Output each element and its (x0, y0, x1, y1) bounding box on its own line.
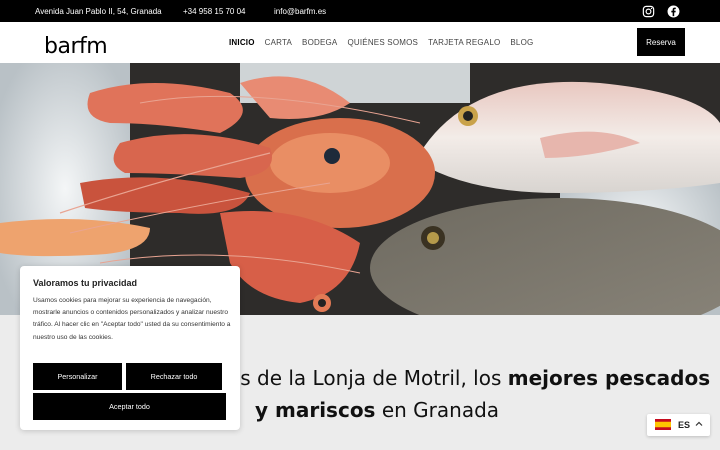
nav-tarjeta-regalo[interactable]: TARJETA REGALO (428, 38, 500, 47)
main-nav: INICIO CARTA BODEGA QUIÉNES SOMOS TARJET… (229, 38, 543, 47)
cookie-title: Valoramos tu privacidad (33, 278, 138, 288)
spain-flag-icon (655, 419, 671, 430)
cookie-banner: Valoramos tu privacidad Usamos cookies p… (20, 266, 240, 430)
nav-bodega[interactable]: BODEGA (302, 38, 337, 47)
cookie-body: Usamos cookies para mejorar su experienc… (33, 297, 231, 341)
tagline-line-1: os de la Lonja de Motril, los mejores pe… (228, 362, 710, 394)
tagline-bold-1: mejores pescados (507, 366, 711, 390)
barfm-logo[interactable]: barfm (44, 30, 118, 56)
tagline-text-2: en Granada (375, 398, 500, 422)
address-text: Avenida Juan Pablo II, 54, Granada (35, 7, 162, 16)
instagram-icon[interactable] (642, 5, 655, 18)
reject-all-button[interactable]: Rechazar todo (126, 363, 222, 390)
accept-all-button[interactable]: Aceptar todo (33, 393, 226, 420)
tagline-line-2: y mariscos en Granada (255, 394, 499, 426)
top-bar: Avenida Juan Pablo II, 54, Granada +34 9… (0, 0, 720, 22)
logo-text: barfm (44, 34, 107, 56)
phone-link[interactable]: +34 958 15 70 04 (183, 7, 246, 16)
language-selector[interactable]: ES (647, 414, 710, 436)
language-code: ES (678, 420, 691, 430)
nav-inicio[interactable]: INICIO (229, 38, 255, 47)
nav-quienes-somos[interactable]: QUIÉNES SOMOS (347, 38, 418, 47)
site-header: barfm INICIO CARTA BODEGA QUIÉNES SOMOS … (0, 22, 720, 63)
reserve-button[interactable]: Reserva (637, 28, 685, 56)
facebook-icon[interactable] (667, 5, 680, 18)
email-link[interactable]: info@barfm.es (274, 7, 326, 16)
tagline-bold-2: y mariscos (255, 398, 376, 422)
customize-button[interactable]: Personalizar (33, 363, 122, 390)
chevron-up-icon (695, 421, 703, 426)
tagline-text-1: os de la Lonja de Motril, los (228, 366, 508, 390)
nav-blog[interactable]: BLOG (510, 38, 533, 47)
nav-carta[interactable]: CARTA (265, 38, 292, 47)
